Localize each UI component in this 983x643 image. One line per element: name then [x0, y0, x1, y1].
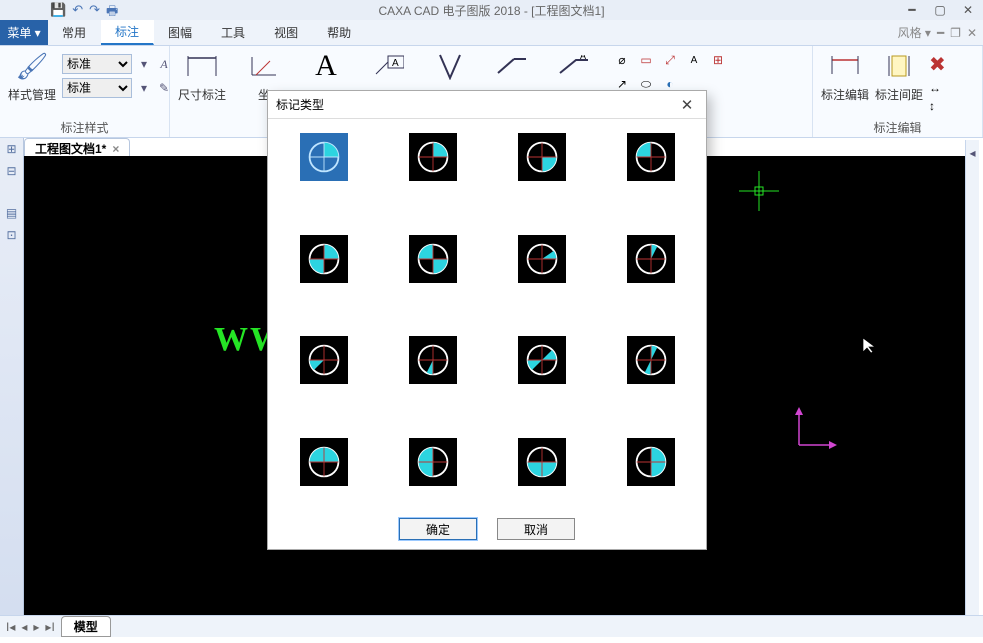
misc-icon-1[interactable]: ⌀: [612, 50, 632, 70]
marker-option-7[interactable]: [627, 235, 675, 283]
dim-break-icon[interactable]: ✖: [929, 52, 946, 77]
app-menu-button[interactable]: 菜单 ▾: [0, 20, 48, 45]
dim-style-combo-1[interactable]: 标准: [62, 54, 132, 74]
panel-icon-1[interactable]: ⊞: [6, 142, 16, 156]
dim-edit-button[interactable]: 标注编辑: [821, 50, 869, 103]
dim-space-icon: [883, 50, 915, 82]
dim-style-arrow2-icon[interactable]: ▾: [136, 80, 152, 96]
tab-annotate[interactable]: 标注: [101, 20, 154, 45]
misc-icon-2[interactable]: ▭: [636, 50, 656, 70]
window-close-icon[interactable]: ✕: [967, 26, 977, 40]
nav-last-icon[interactable]: ▸I: [45, 620, 54, 634]
crosshair-icon: [739, 171, 779, 214]
dialog-cancel-button[interactable]: 取消: [497, 518, 575, 540]
marker-option-3[interactable]: [627, 133, 675, 181]
text-icon: A: [310, 50, 342, 82]
leader-icon: A: [558, 50, 590, 82]
window-min-icon[interactable]: ━: [937, 26, 944, 40]
dim-extend-icon[interactable]: ↔: [929, 81, 946, 95]
marker-option-9[interactable]: [409, 336, 457, 384]
close-button[interactable]: ✕: [958, 2, 978, 17]
marker-option-0[interactable]: [300, 133, 348, 181]
dialog-title: 标记类型: [276, 96, 676, 113]
marker-option-11[interactable]: [627, 336, 675, 384]
coord-dim-icon: [248, 50, 280, 82]
panel-icon-3[interactable]: ▤: [6, 206, 17, 220]
dialog-ok-button[interactable]: 确定: [399, 518, 477, 540]
marker-option-10[interactable]: [518, 336, 566, 384]
marker-option-5[interactable]: [409, 235, 457, 283]
group-label-edit: 标注编辑: [821, 119, 974, 135]
datum-icon: A: [372, 50, 404, 82]
dim-space-button[interactable]: 标注间距: [875, 50, 923, 103]
marker-option-6[interactable]: [518, 235, 566, 283]
dim-edit-icon: [829, 50, 861, 82]
datum-button[interactable]: A: [364, 50, 412, 82]
linear-dim-icon: [186, 50, 218, 82]
dim-style-arrow-icon[interactable]: ▾: [136, 56, 152, 72]
dimension-button[interactable]: 尺寸标注: [178, 50, 226, 103]
surface-icon: [434, 50, 466, 82]
dim-style-combo-2[interactable]: 标准: [62, 78, 132, 98]
document-tab[interactable]: 工程图文档1* ×: [24, 138, 130, 158]
dialog-close-button[interactable]: ✕: [676, 94, 698, 116]
weld-button[interactable]: [488, 50, 536, 82]
misc-icon-3[interactable]: ⤢: [660, 50, 680, 70]
style-dropdown[interactable]: 风格 ▾: [898, 24, 931, 41]
text-button[interactable]: A: [302, 50, 350, 82]
dim-align-icon[interactable]: ↕: [929, 99, 946, 113]
model-tab[interactable]: 模型: [61, 616, 111, 637]
svg-text:A: A: [580, 55, 586, 61]
surface-finish-button[interactable]: [426, 50, 474, 82]
marker-option-14[interactable]: [518, 438, 566, 486]
panel-icon-4[interactable]: ⊡: [6, 228, 16, 242]
tab-view[interactable]: 视图: [260, 20, 313, 45]
ucs-icon: [789, 405, 839, 455]
tab-common[interactable]: 常用: [48, 20, 101, 45]
marker-option-15[interactable]: [627, 438, 675, 486]
window-restore-icon[interactable]: ❐: [950, 26, 961, 40]
panel-icon-2[interactable]: ⊟: [6, 164, 16, 178]
marker-option-12[interactable]: [300, 438, 348, 486]
nav-first-icon[interactable]: I◂: [6, 620, 15, 634]
nav-prev-icon[interactable]: ◂: [21, 620, 27, 634]
marker-option-13[interactable]: [409, 438, 457, 486]
title-bar: 💾 ↶ ↷ 🖶 CAXA CAD 电子图版 2018 - [工程图文档1] ━ …: [0, 0, 983, 20]
group-label-style: 标注样式: [8, 119, 161, 135]
weld-icon: [496, 50, 528, 82]
minimize-button[interactable]: ━: [902, 2, 922, 17]
document-tab-label: 工程图文档1*: [35, 140, 106, 157]
leader-button[interactable]: A: [550, 50, 598, 82]
marker-option-1[interactable]: [409, 133, 457, 181]
tab-frame[interactable]: 图幅: [154, 20, 207, 45]
mouse-cursor-icon: [861, 336, 879, 357]
tab-help[interactable]: 帮助: [313, 20, 366, 45]
marker-option-4[interactable]: [300, 235, 348, 283]
nav-next-icon[interactable]: ▸: [33, 620, 39, 634]
misc-icon-4[interactable]: A: [684, 50, 704, 70]
app-title: CAXA CAD 电子图版 2018 - [工程图文档1]: [378, 2, 604, 19]
marker-grid: [268, 119, 706, 513]
marker-option-2[interactable]: [518, 133, 566, 181]
brush-icon: 🖌: [16, 50, 48, 82]
menu-bar: 菜单 ▾ 常用 标注 图幅 工具 视图 帮助 风格 ▾ ━ ❐ ✕: [0, 20, 983, 46]
svg-text:A: A: [392, 58, 399, 69]
left-panel[interactable]: ⊞ ⊟ ▤ ⊡: [0, 138, 24, 615]
misc-icon-5[interactable]: ⊞: [708, 50, 728, 70]
marker-type-dialog: 标记类型 ✕: [267, 90, 707, 550]
marker-option-8[interactable]: [300, 336, 348, 384]
style-manage-button[interactable]: 🖌 样式管理: [8, 50, 56, 103]
tab-tools[interactable]: 工具: [207, 20, 260, 45]
maximize-button[interactable]: ▢: [930, 2, 950, 17]
side-expand-handle[interactable]: ◂: [965, 140, 979, 615]
status-bar: I◂ ◂ ▸ ▸I 模型: [0, 615, 983, 637]
document-tab-close-icon[interactable]: ×: [112, 142, 119, 156]
